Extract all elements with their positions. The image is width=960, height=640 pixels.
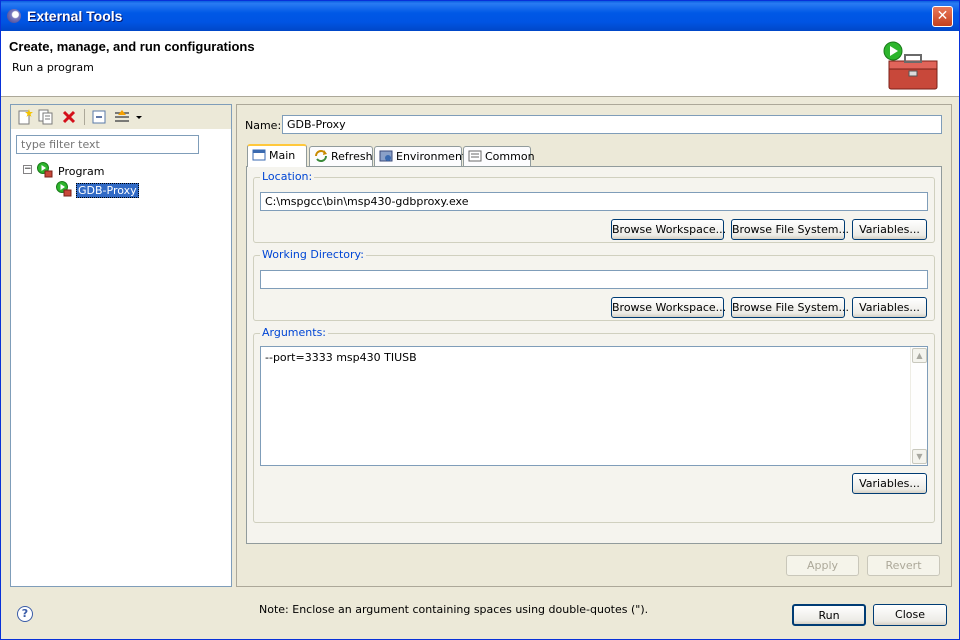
tab-environment[interactable]: Environment [374,146,466,166]
run-button[interactable]: Run [792,604,866,626]
close-button[interactable]: Close [873,604,947,626]
filter-input[interactable] [16,135,199,154]
working-directory-group: Working Directory: Browse Workspace... B… [253,248,935,321]
name-label: Name: [245,119,282,132]
tree-item-program[interactable]: Program [58,165,104,178]
apply-button[interactable]: Apply [786,555,859,576]
name-field[interactable]: GDB-Proxy [282,115,942,134]
scroll-up-icon[interactable]: ▲ [912,348,927,363]
workdir-variables-button[interactable]: Variables... [852,297,927,318]
working-directory-legend: Working Directory: [260,248,366,261]
arguments-text: --port=3333 msp430 TIUSB [265,351,417,364]
tab-main-label: Main [269,149,296,162]
title-bar[interactable]: External Tools ✕ [1,1,959,31]
location-browse-workspace-button[interactable]: Browse Workspace... [611,219,726,240]
collapse-all-icon[interactable] [91,109,107,125]
arguments-textarea[interactable]: --port=3333 msp430 TIUSB ▲ ▼ [260,346,928,466]
configuration-list-panel: − Program GDB-Proxy [10,104,232,587]
common-icon [468,150,482,162]
chevron-down-icon[interactable] [135,109,143,125]
header-subtitle: Run a program [12,61,94,74]
workdir-browse-workspace-button[interactable]: Browse Workspace... [611,297,726,318]
arguments-variables-button[interactable]: Variables... [852,473,927,494]
tab-refresh[interactable]: Refresh [309,146,373,166]
help-icon[interactable]: ? [17,606,33,622]
tab-main[interactable]: Main [247,144,307,167]
close-window-button[interactable]: ✕ [932,6,953,27]
tab-common-label: Common [485,150,535,163]
tab-refresh-label: Refresh [331,150,373,163]
arguments-group: Arguments: --port=3333 msp430 TIUSB ▲ ▼ … [253,326,935,523]
main-tab-content: Location: C:\mspgcc\bin\msp430-gdbproxy.… [246,166,942,616]
location-group: Location: C:\mspgcc\bin\msp430-gdbproxy.… [253,170,935,243]
tree-expander[interactable]: − [23,165,32,174]
working-directory-field[interactable] [260,270,928,289]
program-launch-icon [37,162,53,178]
arguments-note: Note: Enclose an argument containing spa… [259,603,649,616]
revert-button[interactable]: Revert [867,555,940,576]
refresh-icon [315,150,327,162]
tab-common[interactable]: Common [463,146,535,166]
workdir-browse-filesystem-button[interactable]: Browse File System... [731,297,849,318]
arguments-legend: Arguments: [260,326,329,339]
external-tools-dialog: External Tools ✕ Create, manage, and run… [0,0,960,640]
eclipse-icon [7,9,21,23]
location-browse-filesystem-button[interactable]: Browse File System... [731,219,849,240]
toolbox-icon [883,41,938,90]
location-variables-button[interactable]: Variables... [852,219,927,240]
tree-item-gdb-proxy[interactable]: GDB-Proxy [76,183,139,198]
location-legend: Location: [260,170,315,183]
configuration-editor: Name: GDB-Proxy Main Refresh Environment… [236,104,952,616]
header-title: Create, manage, and run configurations [9,39,255,54]
gdb-proxy-launch-icon [56,181,72,197]
scroll-down-icon[interactable]: ▼ [912,449,927,464]
new-configuration-icon[interactable] [17,109,33,125]
window-title: External Tools [27,8,123,24]
duplicate-icon[interactable] [38,109,54,125]
main-tab-icon [252,149,266,161]
tab-environment-label: Environment [396,150,467,163]
arguments-scrollbar[interactable]: ▲ ▼ [910,347,927,465]
location-field[interactable]: C:\mspgcc\bin\msp430-gdbproxy.exe [260,192,928,211]
delete-icon[interactable] [61,109,77,125]
filter-icon[interactable] [114,109,130,125]
left-toolbar [11,105,231,129]
environment-icon [379,150,393,162]
dialog-header: Create, manage, and run configurations R… [1,31,959,97]
